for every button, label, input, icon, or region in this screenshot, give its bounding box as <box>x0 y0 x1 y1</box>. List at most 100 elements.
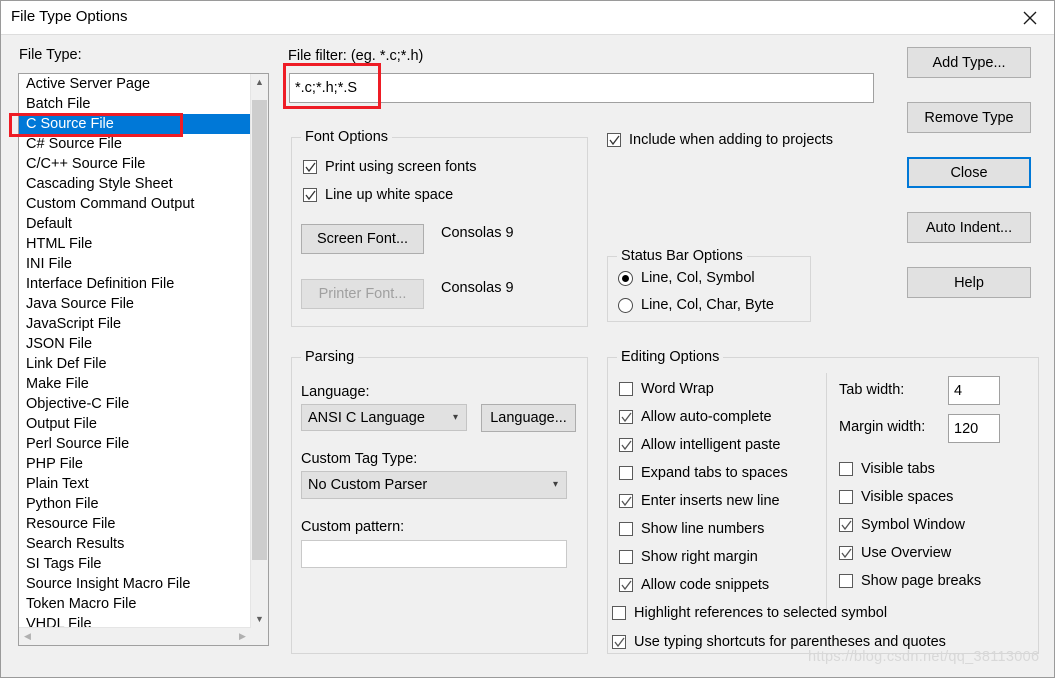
checkbox-box <box>303 188 317 202</box>
checkbox-box <box>619 466 633 480</box>
list-item[interactable]: C Source File <box>19 114 251 134</box>
checkbox-print-using-screen-fonts[interactable]: Print using screen fonts <box>303 159 477 176</box>
checkbox-label: Visible tabs <box>861 461 935 477</box>
scroll-left-icon[interactable]: ◀ <box>19 628 36 645</box>
checkbox-word-wrap[interactable]: Word Wrap <box>619 381 714 398</box>
list-item[interactable]: Perl Source File <box>19 434 251 454</box>
list-item[interactable]: Default <box>19 214 251 234</box>
radio-circle <box>618 298 633 313</box>
margin-width-label: Margin width: <box>839 419 926 435</box>
radio-line-col-symbol[interactable]: Line, Col, Symbol <box>618 270 755 287</box>
list-item[interactable]: C/C++ Source File <box>19 154 251 174</box>
margin-width-input[interactable] <box>948 414 1000 443</box>
check-icon <box>305 162 316 173</box>
list-item[interactable]: Batch File <box>19 94 251 114</box>
scroll-right-icon[interactable]: ▶ <box>234 628 251 645</box>
checkbox-line-up-white-space[interactable]: Line up white space <box>303 187 453 204</box>
add-type-button[interactable]: Add Type... <box>907 47 1031 78</box>
list-item[interactable]: JSON File <box>19 334 251 354</box>
close-window-button[interactable] <box>1008 1 1054 33</box>
checkbox-expand-tabs-to-spaces[interactable]: Expand tabs to spaces <box>619 465 788 482</box>
checkbox-label: Use typing shortcuts for parentheses and… <box>634 634 946 650</box>
list-item[interactable]: VHDL File <box>19 614 251 628</box>
checkbox-label: Print using screen fonts <box>325 159 477 175</box>
checkbox-label: Include when adding to projects <box>629 132 833 148</box>
list-item[interactable]: PHP File <box>19 454 251 474</box>
list-item[interactable]: Plain Text <box>19 474 251 494</box>
list-item[interactable]: Source Insight Macro File <box>19 574 251 594</box>
checkbox-visible-tabs[interactable]: Visible tabs <box>839 461 935 478</box>
checkbox-box <box>839 518 853 532</box>
custom-tag-type-label: Custom Tag Type: <box>301 451 418 467</box>
list-item[interactable]: Objective-C File <box>19 394 251 414</box>
watermark-text: https://blog.csdn.net/qq_38113006 <box>808 649 1040 665</box>
file-type-vertical-scrollbar[interactable]: ▲ ▼ <box>250 74 268 628</box>
checkbox-show-right-margin[interactable]: Show right margin <box>619 549 758 566</box>
checkbox-label: Show line numbers <box>641 521 765 537</box>
list-item[interactable]: Token Macro File <box>19 594 251 614</box>
list-item[interactable]: INI File <box>19 254 251 274</box>
custom-tag-type-value: No Custom Parser <box>308 477 428 493</box>
list-item[interactable]: C# Source File <box>19 134 251 154</box>
help-button[interactable]: Help <box>907 267 1031 298</box>
list-item[interactable]: SI Tags File <box>19 554 251 574</box>
vertical-scroll-thumb[interactable] <box>252 100 267 560</box>
checkbox-allow-auto-complete[interactable]: Allow auto-complete <box>619 409 772 426</box>
list-item[interactable]: Resource File <box>19 514 251 534</box>
scroll-up-icon[interactable]: ▲ <box>251 74 268 91</box>
language-combobox[interactable]: ANSI C Language ▾ <box>301 404 467 431</box>
list-item[interactable]: Search Results <box>19 534 251 554</box>
file-type-list-items[interactable]: Active Server Page Batch File C Source Fil… <box>19 74 251 628</box>
checkbox-label: Allow code snippets <box>641 577 770 593</box>
list-item[interactable]: Active Server Page <box>19 74 251 94</box>
remove-type-button[interactable]: Remove Type <box>907 102 1031 133</box>
checkbox-label: Expand tabs to spaces <box>641 465 788 481</box>
checkbox-label: Show right margin <box>641 549 758 565</box>
list-item[interactable]: Output File <box>19 414 251 434</box>
file-filter-input[interactable] <box>289 73 874 103</box>
custom-tag-type-combobox[interactable]: No Custom Parser ▾ <box>301 471 567 499</box>
checkbox-box <box>619 550 633 564</box>
file-type-horizontal-scrollbar[interactable]: ◀ ▶ <box>19 627 251 645</box>
list-item[interactable]: Link Def File <box>19 354 251 374</box>
screen-font-button[interactable]: Screen Font... <box>301 224 424 254</box>
checkbox-include-when-adding-to-projects[interactable]: Include when adding to projects <box>607 132 833 149</box>
checkbox-label: Allow auto-complete <box>641 409 772 425</box>
checkbox-box <box>839 574 853 588</box>
list-item[interactable]: Cascading Style Sheet <box>19 174 251 194</box>
checkbox-label: Allow intelligent paste <box>641 437 781 453</box>
file-type-listbox[interactable]: Active Server Page Batch File C Source Fil… <box>18 73 269 646</box>
tab-width-input[interactable] <box>948 376 1000 405</box>
list-item[interactable]: JavaScript File <box>19 314 251 334</box>
window-title: File Type Options <box>11 8 128 25</box>
list-item[interactable]: HTML File <box>19 234 251 254</box>
checkbox-box <box>839 490 853 504</box>
chevron-down-icon: ▾ <box>452 412 458 423</box>
list-item[interactable]: Java Source File <box>19 294 251 314</box>
screen-font-value: Consolas 9 <box>441 225 514 241</box>
checkbox-show-page-breaks[interactable]: Show page breaks <box>839 573 981 590</box>
checkbox-use-overview[interactable]: Use Overview <box>839 545 951 562</box>
checkbox-label: Symbol Window <box>861 517 965 533</box>
checkbox-show-line-numbers[interactable]: Show line numbers <box>619 521 764 538</box>
checkbox-visible-spaces[interactable]: Visible spaces <box>839 489 953 506</box>
checkbox-box <box>607 133 621 147</box>
checkbox-symbol-window[interactable]: Symbol Window <box>839 517 965 534</box>
close-button[interactable]: Close <box>907 157 1031 188</box>
tab-width-label: Tab width: <box>839 382 905 398</box>
checkbox-allow-code-snippets[interactable]: Allow code snippets <box>619 577 769 594</box>
radio-line-col-char-byte[interactable]: Line, Col, Char, Byte <box>618 297 774 314</box>
list-item[interactable]: Python File <box>19 494 251 514</box>
checkbox-label: Word Wrap <box>641 381 714 397</box>
auto-indent-button[interactable]: Auto Indent... <box>907 212 1031 243</box>
list-item[interactable]: Custom Command Output <box>19 194 251 214</box>
list-item[interactable]: Interface Definition File <box>19 274 251 294</box>
list-item[interactable]: Make File <box>19 374 251 394</box>
checkbox-highlight-references-to-selected-symbol[interactable]: Highlight references to selected symbol <box>612 605 887 622</box>
checkbox-enter-inserts-new-line[interactable]: Enter inserts new line <box>619 493 780 510</box>
checkbox-allow-intelligent-paste[interactable]: Allow intelligent paste <box>619 437 780 454</box>
checkbox-box <box>619 438 633 452</box>
custom-pattern-input[interactable] <box>301 540 567 568</box>
scroll-down-icon[interactable]: ▼ <box>251 611 268 628</box>
language-button[interactable]: Language... <box>481 404 576 432</box>
